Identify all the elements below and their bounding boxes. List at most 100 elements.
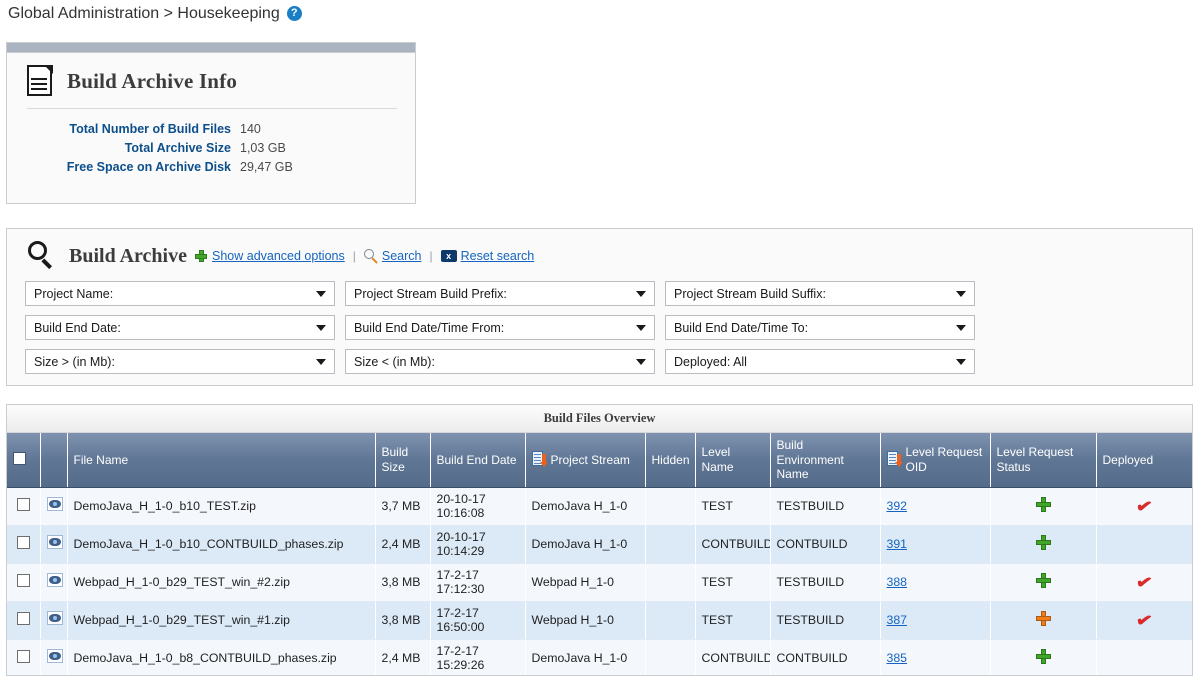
row-view-cell[interactable] (40, 487, 68, 526)
chevron-down-icon (316, 290, 326, 297)
cell-build-size: 3,8 MB (375, 601, 431, 640)
level-request-status-header[interactable]: Level Request Status (990, 433, 1097, 488)
chevron-down-icon (316, 358, 326, 365)
chevron-down-icon (956, 324, 966, 331)
filter-size-greater-than[interactable]: Size > (in Mb): (25, 349, 335, 374)
separator: | (352, 249, 356, 263)
project-stream-header[interactable]: Project Stream (525, 433, 646, 488)
cell-deployed (1096, 639, 1192, 675)
level-request-oid-link[interactable]: 392 (887, 499, 908, 513)
cell-project-stream: DemoJava H_1-0 (525, 525, 646, 564)
eye-icon[interactable] (46, 649, 64, 664)
search-actions: Show advanced options | Search | x Reset… (194, 249, 535, 264)
status-green-icon (1035, 535, 1051, 551)
document-icon (27, 65, 53, 97)
cell-file-name: DemoJava_H_1-0_b10_TEST.zip (67, 487, 376, 526)
header-label: Deployed (1102, 452, 1154, 467)
filter-deployed[interactable]: Deployed: All (665, 349, 975, 374)
build-archive-search-panel: Build Archive Show advanced options | Se… (6, 228, 1193, 386)
table-row: DemoJava_H_1-0_b10_TEST.zip 3,7 MB 20-10-1… (7, 487, 1192, 526)
cell-build-end-date: 20-10-17 10:16:08 (430, 487, 526, 526)
level-request-oid-link[interactable]: 391 (887, 537, 908, 551)
reset-search-link[interactable]: x Reset search (440, 249, 535, 263)
cell-project-stream: DemoJava H_1-0 (525, 487, 646, 526)
row-checkbox[interactable] (16, 536, 30, 550)
deployed-header[interactable]: Deployed (1096, 433, 1192, 488)
filter-project-stream-build-prefix[interactable]: Project Stream Build Prefix: (345, 281, 655, 306)
row-select-cell[interactable] (7, 563, 41, 602)
header-label: Build Environment Name (776, 438, 844, 482)
row-checkbox[interactable] (16, 498, 30, 512)
row-view-cell[interactable] (40, 639, 68, 675)
status-green-icon (1035, 649, 1051, 665)
filter-label: Build End Date: (34, 320, 121, 335)
cell-level-name: CONTBUILD (695, 525, 771, 564)
info-value-free-space: 29,47 GB (240, 159, 293, 174)
separator: | (429, 249, 433, 263)
cell-level-name: CONTBUILD (695, 639, 771, 675)
row-checkbox[interactable] (16, 612, 30, 626)
level-request-oid-header[interactable]: Level Request OID (880, 433, 991, 488)
filter-build-end-datetime-to[interactable]: Build End Date/Time To: (665, 315, 975, 340)
row-select-cell[interactable] (7, 525, 41, 564)
select-all-checkbox[interactable] (13, 451, 26, 465)
cell-project-stream: Webpad H_1-0 (525, 563, 646, 602)
level-name-header[interactable]: Level Name (695, 433, 771, 488)
reset-search-label: Reset search (460, 249, 535, 263)
hidden-header[interactable]: Hidden (645, 433, 696, 488)
build-environment-name-header[interactable]: Build Environment Name (770, 433, 881, 488)
filter-build-end-datetime-from[interactable]: Build End Date/Time From: (345, 315, 655, 340)
select-all-header[interactable] (7, 433, 41, 488)
filter-label: Size > (in Mb): (34, 354, 115, 369)
file-name-header[interactable]: File Name (67, 433, 376, 488)
cell-project-stream: Webpad H_1-0 (525, 601, 646, 640)
filter-label: Deployed: All (674, 354, 747, 369)
cell-level-name: TEST (695, 601, 771, 640)
level-request-oid-link[interactable]: 388 (887, 575, 908, 589)
cell-hidden (645, 601, 696, 640)
cell-file-name: DemoJava_H_1-0_b10_CONTBUILD_phases.zip (67, 525, 376, 564)
row-select-cell[interactable] (7, 601, 41, 640)
breadcrumb-text: Global Administration > Housekeeping (8, 4, 280, 22)
build-files-table: File Name Build Size Build End Date Proj… (7, 433, 1192, 675)
status-green-icon (1035, 497, 1051, 513)
row-view-cell[interactable] (40, 563, 68, 602)
cell-project-stream: DemoJava H_1-0 (525, 639, 646, 675)
build-end-date-header[interactable]: Build End Date (430, 433, 526, 488)
table-row: DemoJava_H_1-0_b8_CONTBUILD_phases.zip 2,… (7, 639, 1192, 675)
deployed-check-icon: ✔ (1134, 571, 1154, 593)
level-request-oid-link[interactable]: 387 (887, 613, 908, 627)
info-row: Free Space on Archive Disk 29,47 GB (7, 157, 415, 176)
eye-icon[interactable] (46, 611, 64, 626)
cell-level-request-oid: 392 (880, 487, 991, 526)
row-view-cell[interactable] (40, 601, 68, 640)
show-advanced-options-link[interactable]: Show advanced options (194, 249, 345, 263)
table-body: DemoJava_H_1-0_b10_TEST.zip 3,7 MB 20-10-1… (7, 487, 1192, 675)
filter-build-end-date[interactable]: Build End Date: (25, 315, 335, 340)
filter-size-less-than[interactable]: Size < (in Mb): (345, 349, 655, 374)
build-size-header[interactable]: Build Size (375, 433, 431, 488)
help-icon[interactable]: ? (286, 6, 302, 21)
row-select-cell[interactable] (7, 487, 41, 526)
eye-icon[interactable] (46, 535, 64, 550)
cell-build-end-date: 17-2-17 17:12:30 (430, 563, 526, 602)
build-end-date-value: 17-2-17 (436, 605, 479, 620)
filter-project-name[interactable]: Project Name: (25, 281, 335, 306)
search-link[interactable]: Search (363, 249, 421, 264)
row-checkbox[interactable] (16, 650, 30, 664)
filter-project-stream-build-suffix[interactable]: Project Stream Build Suffix: (665, 281, 975, 306)
cell-build-end-date: 20-10-17 10:14:29 (430, 525, 526, 564)
level-request-oid-link[interactable]: 385 (887, 651, 908, 665)
row-checkbox[interactable] (16, 574, 30, 588)
eye-icon[interactable] (46, 497, 64, 512)
row-select-cell[interactable] (7, 639, 41, 675)
cell-hidden (645, 563, 696, 602)
build-archive-info-table: Total Number of Build Files 140 Total Ar… (7, 119, 415, 176)
eye-icon[interactable] (46, 573, 64, 588)
build-end-time-value: 17:12:30 (436, 582, 485, 597)
build-end-time-value: 10:14:29 (436, 544, 485, 559)
header-label: Build Size (381, 445, 409, 474)
build-archive-info-title: Build Archive Info (67, 68, 238, 93)
filter-label: Project Name: (34, 286, 114, 301)
row-view-cell[interactable] (40, 525, 68, 564)
